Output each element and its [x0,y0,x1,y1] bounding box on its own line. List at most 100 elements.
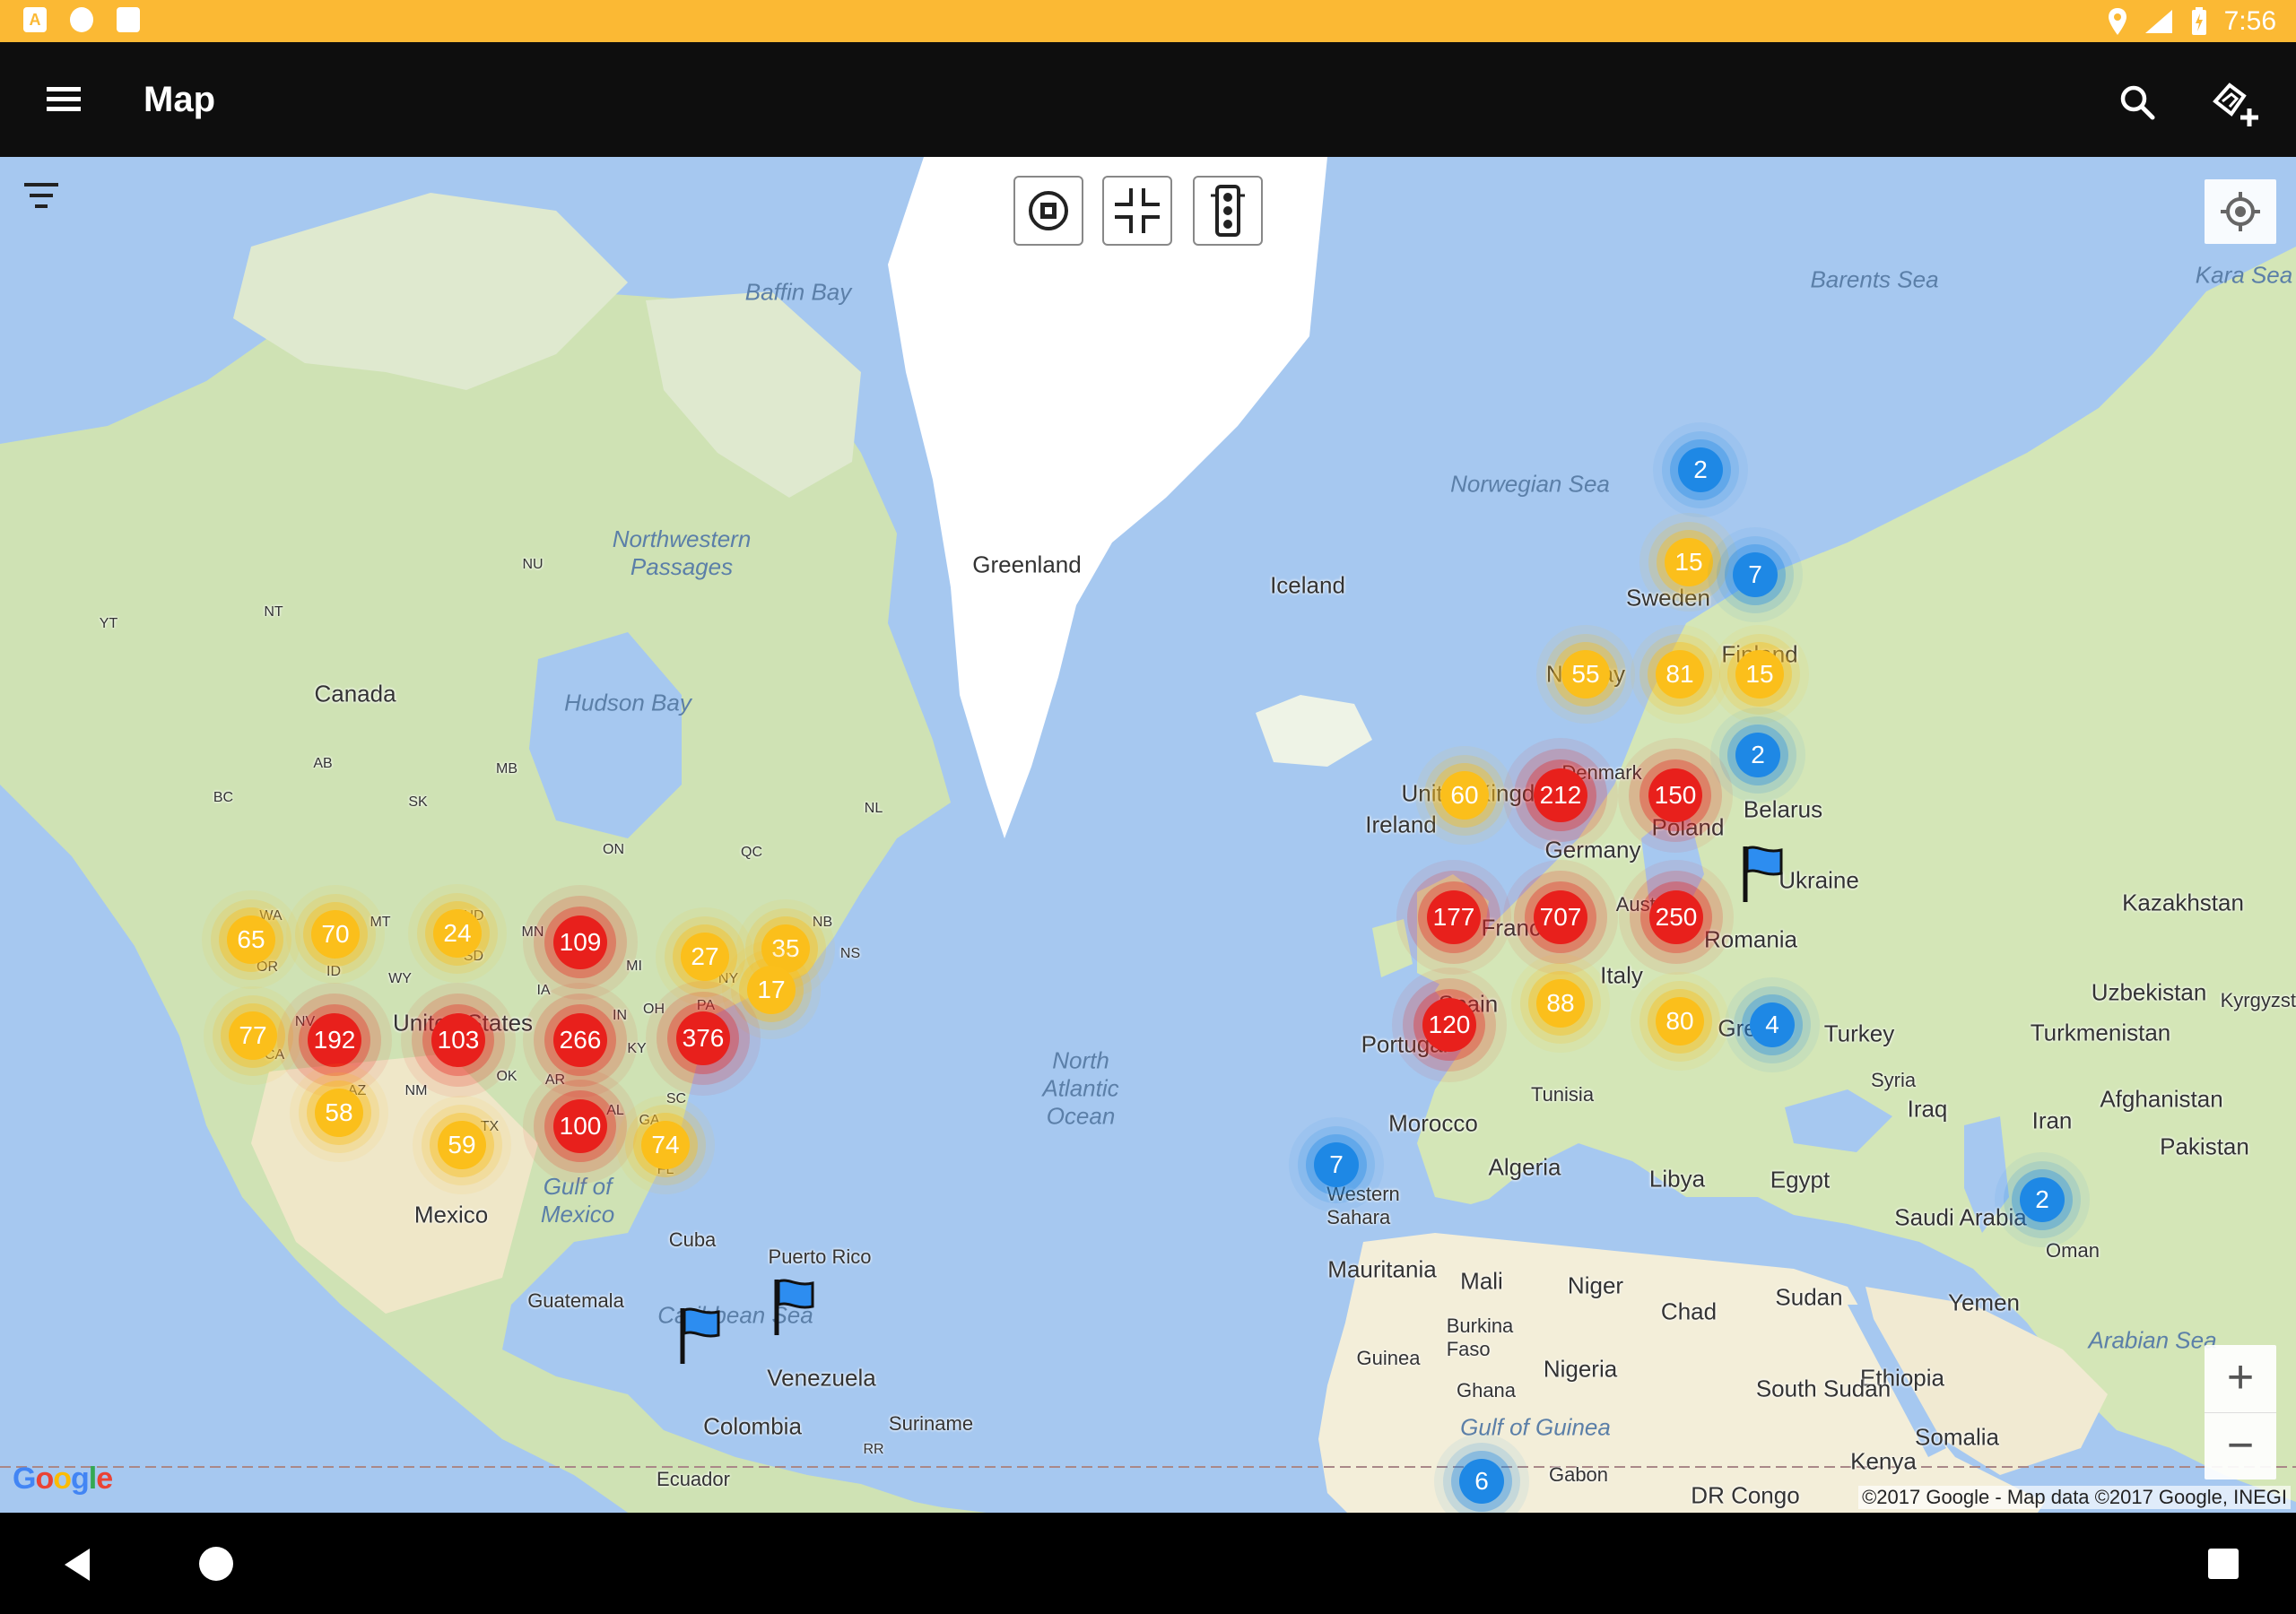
marker-cluster-yellow[interactable]: 65 [227,915,275,964]
place-label: Mali [1460,1267,1503,1295]
marker-cluster-blue[interactable]: 7 [1314,1142,1359,1187]
system-nav-bar [0,1513,2296,1614]
flag-marker-icon[interactable] [771,1276,818,1339]
place-label: NM [404,1083,428,1098]
water-label: Baffin Bay [744,278,852,306]
place-label: Iran [2031,1106,2073,1134]
marker-cluster-red[interactable]: 109 [553,915,607,969]
route-add-icon [2213,82,2258,126]
place-label: NB [812,915,833,930]
flag-marker-icon[interactable] [677,1305,724,1367]
app-bar: Map [0,42,2296,157]
water-label: Barents Sea [1810,265,1939,293]
my-location-button[interactable] [2205,179,2276,244]
place-label: Kenya [1850,1447,1917,1475]
nav-home-button[interactable] [199,1547,233,1581]
google-logo: Google [13,1462,113,1497]
place-label: MB [496,761,517,777]
search-button[interactable] [2113,78,2163,128]
place-label: Greenland [972,551,1082,578]
marker-cluster-yellow[interactable]: 74 [641,1121,690,1169]
place-label: Egypt [1770,1166,1831,1193]
place-label: Oman [2046,1239,2100,1262]
marker-cluster-red[interactable]: 250 [1649,890,1703,944]
place-label: AR [544,1072,566,1088]
landmass-greenland [888,157,1327,838]
place-label: NU [522,557,544,572]
place-label: OK [496,1069,517,1084]
marker-cluster-yellow[interactable]: 88 [1536,979,1585,1028]
logo-char: o [35,1462,54,1496]
intersection-button[interactable] [1102,176,1172,246]
menu-button[interactable] [36,74,93,125]
place-label: Romania [1703,925,1798,953]
marker-cluster-red[interactable]: 100 [553,1099,607,1153]
place-label: AB [313,756,333,771]
place-label: Pakistan [2160,1132,2249,1160]
place-label: Tunisia [1530,1083,1595,1106]
nav-back-button[interactable] [54,1540,108,1590]
marker-cluster-yellow[interactable]: 24 [433,909,482,958]
marker-cluster-yellow[interactable]: 27 [681,933,729,981]
traffic-light-button[interactable] [1193,176,1263,246]
place-label: Germany [1544,836,1641,863]
zoom-out-button[interactable]: − [2205,1413,2276,1480]
marker-cluster-blue[interactable]: 7 [1733,552,1778,597]
marker-cluster-yellow[interactable]: 81 [1656,650,1704,699]
map-view[interactable]: Baffin Bay Barents Sea Kara Sea Norwegian S… [0,157,2296,1513]
map-attribution[interactable]: ©2017 Google - Map data ©2017 Google, IN… [1858,1486,2291,1509]
marker-cluster-red[interactable]: 103 [431,1013,485,1067]
filter-icon-line [35,204,48,208]
marker-cluster-red[interactable]: 707 [1534,890,1587,944]
place-label: Afghanistan [2100,1085,2223,1113]
flag-marker-icon[interactable] [1740,843,1787,906]
place-label: Mexico [413,1201,489,1228]
marker-cluster-yellow[interactable]: 70 [311,910,360,959]
marker-cluster-yellow[interactable]: 17 [747,966,796,1014]
marker-cluster-blue[interactable]: 2 [1735,733,1780,777]
marker-cluster-blue[interactable]: 2 [2020,1177,2065,1222]
place-label: ID [326,964,341,979]
add-route-button[interactable] [2208,74,2264,130]
water-label: Norwegian Sea [1450,470,1610,498]
place-label: Iceland [1270,571,1345,599]
place-label: Ecuador [657,1468,730,1490]
place-label: YT [99,616,118,631]
marker-cluster-yellow[interactable]: 15 [1735,650,1784,699]
marker-cluster-yellow[interactable]: 59 [438,1121,486,1169]
marker-cluster-yellow[interactable]: 55 [1561,650,1610,699]
place-label: Puerto Rico [768,1245,872,1268]
place-label: Chad [1660,1297,1718,1325]
marker-cluster-yellow[interactable]: 60 [1440,771,1489,820]
marker-cluster-blue[interactable]: 4 [1750,1002,1795,1047]
marker-cluster-blue[interactable]: 2 [1678,447,1723,492]
filter-button[interactable] [16,179,66,215]
place-label: Venezuela [767,1364,876,1392]
marker-cluster-yellow[interactable]: 15 [1665,538,1713,586]
place-label: Nigeria [1543,1355,1618,1383]
filter-icon [24,183,58,187]
place-label: Western Sahara [1326,1183,1400,1228]
water-label: Northwestern Passages [612,525,752,580]
map-overlay-button[interactable] [1013,176,1083,246]
marker-cluster-yellow[interactable]: 58 [315,1089,363,1137]
app-notification-icon: A [23,7,47,32]
place-label: QC [741,845,762,860]
marker-cluster-red[interactable]: 177 [1427,890,1481,944]
marker-cluster-red[interactable]: 120 [1422,998,1476,1052]
place-label: Kazakhstan [2122,889,2244,916]
place-label: MI [626,959,642,974]
logo-char: l [88,1462,98,1496]
marker-cluster-yellow[interactable]: 80 [1656,997,1704,1046]
marker-cluster-red[interactable]: 376 [676,1011,730,1065]
marker-cluster-red[interactable]: 192 [308,1013,361,1067]
nav-recents-button[interactable] [2208,1549,2239,1579]
status-bar: A 7:56 [0,0,2296,42]
marker-cluster-blue[interactable]: 6 [1459,1459,1504,1504]
marker-cluster-red[interactable]: 212 [1534,768,1587,822]
marker-cluster-yellow[interactable]: 77 [229,1011,277,1060]
place-label: Algeria [1488,1153,1561,1181]
marker-cluster-red[interactable]: 150 [1648,768,1702,822]
zoom-in-button[interactable]: + [2205,1345,2276,1413]
marker-cluster-red[interactable]: 266 [553,1013,607,1067]
